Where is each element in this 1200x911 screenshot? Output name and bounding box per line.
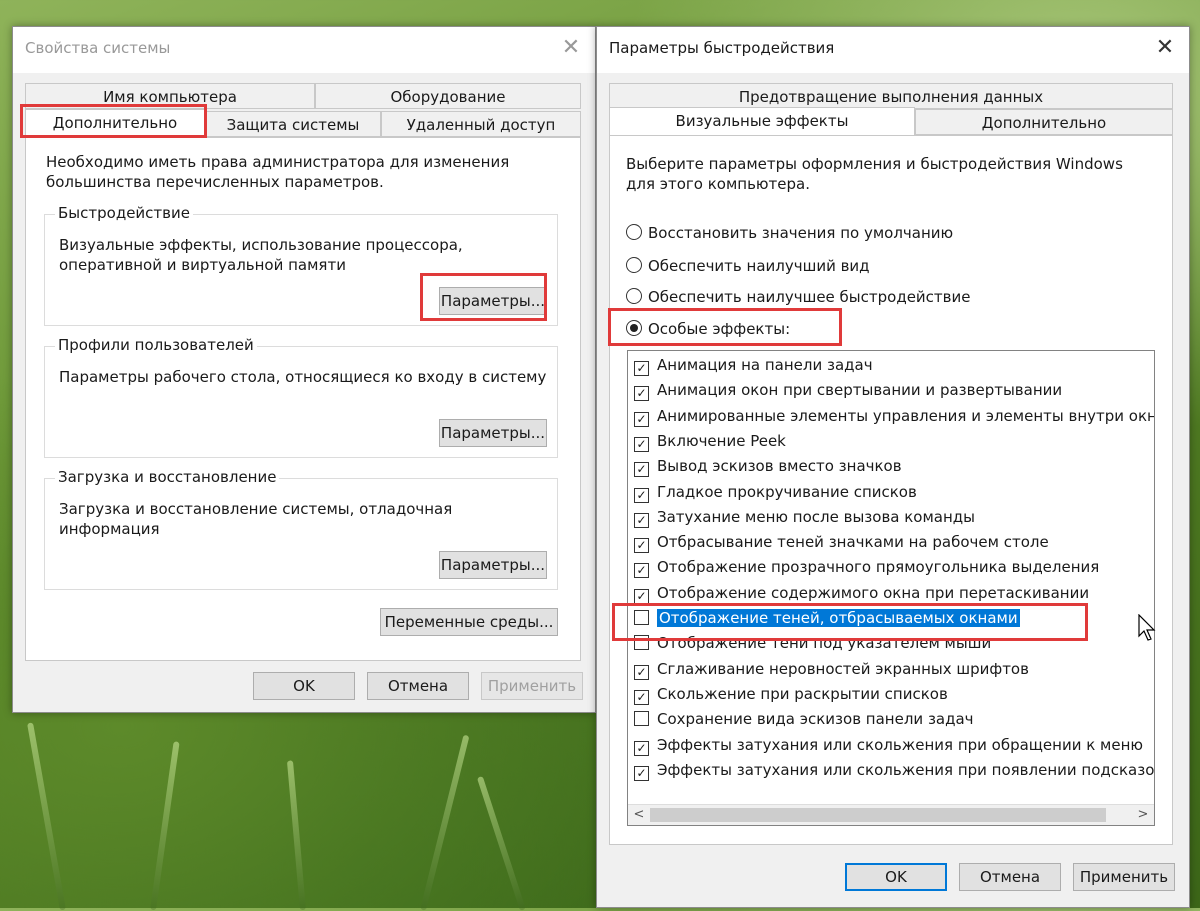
- radio-circle-icon[interactable]: [626, 257, 642, 273]
- mouse-cursor-icon: [1138, 614, 1156, 641]
- list-item[interactable]: ✓ Затухание меню после вызова команды: [634, 505, 975, 530]
- tab-data-execution-prevention[interactable]: Предотвращение выполнения данных: [609, 83, 1173, 109]
- tab-page-advanced: Необходимо иметь права администратора дл…: [25, 137, 581, 661]
- checkbox-checked-icon[interactable]: ✓: [634, 689, 649, 705]
- list-item[interactable]: ✓ Анимация на панели задач: [634, 353, 873, 378]
- list-item[interactable]: ✓ Включение Peek: [634, 429, 786, 454]
- tab-system-protection[interactable]: Защита системы: [205, 111, 381, 137]
- startup-recovery-settings-button[interactable]: Параметры...: [439, 551, 547, 579]
- radio-option[interactable]: Обеспечить наилучшее быстродействие: [626, 286, 970, 308]
- tab-advanced[interactable]: Дополнительно: [915, 109, 1173, 135]
- list-item[interactable]: ✓ Отображение прозрачного прямоугольника …: [634, 555, 1099, 580]
- effect-label: Эффекты затухания или скольжения при обр…: [657, 735, 1144, 754]
- list-item[interactable]: ✓ Эффекты затухания или скольжения при об…: [634, 733, 1143, 758]
- window-title: Свойства системы: [25, 39, 171, 57]
- list-item[interactable]: ✓ Скольжение при раскрытии списков: [634, 682, 948, 707]
- checkbox-checked-icon[interactable]: ✓: [634, 664, 649, 680]
- effect-label: Отображение прозрачного прямоугольника в…: [657, 558, 1100, 577]
- group-label: Загрузка и восстановление: [55, 468, 280, 486]
- effect-label: Эффекты затухания или скольжения при поя…: [657, 760, 1155, 779]
- apply-button[interactable]: Применить: [1073, 863, 1175, 891]
- checkbox-checked-icon[interactable]: ✓: [634, 436, 649, 452]
- list-item[interactable]: ✓ Сглаживание неровностей экранных шрифто…: [634, 657, 1029, 682]
- group-description: Загрузка и восстановление системы, отлад…: [59, 500, 453, 538]
- tab-visual-effects[interactable]: Визуальные эффекты: [609, 107, 915, 137]
- radio-circle-icon[interactable]: [626, 224, 642, 240]
- scroll-left-icon[interactable]: <: [630, 805, 648, 825]
- checkbox-checked-icon[interactable]: ✓: [634, 563, 649, 579]
- ok-button[interactable]: OK: [253, 672, 355, 700]
- checkbox-checked-icon[interactable]: ✓: [634, 512, 649, 528]
- effect-label: Скольжение при раскрытии списков: [657, 684, 948, 703]
- radio-circle-icon[interactable]: [626, 288, 642, 304]
- admin-notice: Необходимо иметь права администратора дл…: [46, 153, 510, 191]
- highlight-advanced-tab: [20, 104, 207, 138]
- effect-label: Затухание меню после вызова команды: [657, 507, 976, 526]
- title-bar: Параметры быстродействия ✕: [597, 27, 1189, 73]
- list-item[interactable]: ✓ Анимированные элементы управления и эле…: [634, 404, 1155, 429]
- effect-label: Отображение содержимого окна при перетас…: [657, 583, 1090, 602]
- checkbox-icon[interactable]: [634, 711, 649, 727]
- checkbox-checked-icon[interactable]: ✓: [634, 411, 649, 427]
- effect-label: Анимация на панели задач: [657, 356, 873, 374]
- checkbox-checked-icon[interactable]: ✓: [634, 462, 649, 478]
- group-label: Быстродействие: [55, 204, 193, 222]
- scroll-thumb[interactable]: [650, 808, 1106, 822]
- list-item[interactable]: ✓ Анимация окон при свертывании и разверт…: [634, 378, 1062, 403]
- environment-variables-button[interactable]: Переменные среды...: [380, 608, 558, 636]
- checkbox-checked-icon[interactable]: ✓: [634, 361, 649, 376]
- list-item[interactable]: ✓ Отображение содержимого окна при перета…: [634, 581, 1089, 606]
- highlight-performance-button: [420, 273, 547, 321]
- cancel-button[interactable]: Отмена: [959, 863, 1061, 891]
- effect-label: Отбрасывание теней значками на рабочем с…: [657, 533, 1049, 552]
- title-bar: Свойства системы ✕: [13, 27, 595, 73]
- effect-label: Гладкое прокручивание списков: [657, 482, 917, 501]
- ok-button[interactable]: OK: [845, 863, 947, 891]
- horizontal-scrollbar[interactable]: < >: [628, 804, 1154, 825]
- apply-button[interactable]: Применить: [481, 672, 583, 700]
- scroll-right-icon[interactable]: >: [1134, 805, 1152, 825]
- checkbox-checked-icon[interactable]: ✓: [634, 386, 649, 402]
- list-item[interactable]: ✓ Гладкое прокручивание списков: [634, 480, 917, 505]
- effect-label: Анимация окон при свертывании и разверты…: [657, 381, 1063, 400]
- group-startup-recovery: Загрузка и восстановление Загрузка и вос…: [44, 468, 558, 590]
- intro-text: Выберите параметры оформления и быстроде…: [626, 155, 1123, 193]
- checkbox-checked-icon[interactable]: ✓: [634, 487, 649, 503]
- checkbox-checked-icon[interactable]: ✓: [634, 740, 649, 756]
- effect-label: Сохранение вида эскизов панели задач: [657, 710, 974, 729]
- radio-label: Обеспечить наилучший вид: [648, 257, 870, 275]
- window-title: Параметры быстродействия: [609, 39, 835, 57]
- radio-label: Обеспечить наилучшее быстродействие: [648, 288, 971, 306]
- tab-remote-access[interactable]: Удаленный доступ: [381, 111, 581, 137]
- list-item[interactable]: ✓ Эффекты затухания или скольжения при по…: [634, 758, 1155, 783]
- list-item[interactable]: ✓ Вывод эскизов вместо значков: [634, 454, 902, 479]
- effect-label: Включение Peek: [657, 431, 786, 450]
- effect-label: Сглаживание неровностей экранных шрифтов: [657, 659, 1029, 678]
- checkbox-checked-icon[interactable]: ✓: [634, 538, 649, 554]
- radio-option[interactable]: Восстановить значения по умолчанию: [626, 222, 953, 244]
- highlight-custom-effects: [608, 308, 842, 346]
- effect-label: Анимированные элементы управления и элем…: [657, 406, 1155, 425]
- effect-label: Вывод эскизов вместо значков: [657, 457, 902, 476]
- group-description: Визуальные эффекты, использование процес…: [59, 236, 463, 274]
- effects-list[interactable]: ✓ Анимация на панели задач ✓ Анимация окон …: [627, 350, 1155, 826]
- list-item[interactable]: Сохранение вида эскизов панели задач: [634, 707, 974, 732]
- list-item[interactable]: ✓ Отбрасывание теней значками на рабочем …: [634, 530, 1049, 555]
- user-profiles-settings-button[interactable]: Параметры...: [439, 419, 547, 447]
- tab-hardware[interactable]: Оборудование: [315, 83, 581, 109]
- group-label: Профили пользователей: [55, 336, 257, 354]
- group-description: Параметры рабочего стола, относящиеся ко…: [59, 368, 547, 386]
- checkbox-checked-icon[interactable]: ✓: [634, 765, 649, 781]
- group-user-profiles: Профили пользователей Параметры рабочего…: [44, 336, 558, 458]
- radio-label: Восстановить значения по умолчанию: [648, 224, 954, 242]
- cancel-button[interactable]: Отмена: [367, 672, 469, 700]
- highlight-window-shadows: [612, 603, 1088, 641]
- checkbox-checked-icon[interactable]: ✓: [634, 588, 649, 604]
- close-icon[interactable]: ✕: [557, 35, 585, 60]
- close-icon[interactable]: ✕: [1151, 35, 1179, 60]
- radio-option[interactable]: Обеспечить наилучший вид: [626, 255, 870, 277]
